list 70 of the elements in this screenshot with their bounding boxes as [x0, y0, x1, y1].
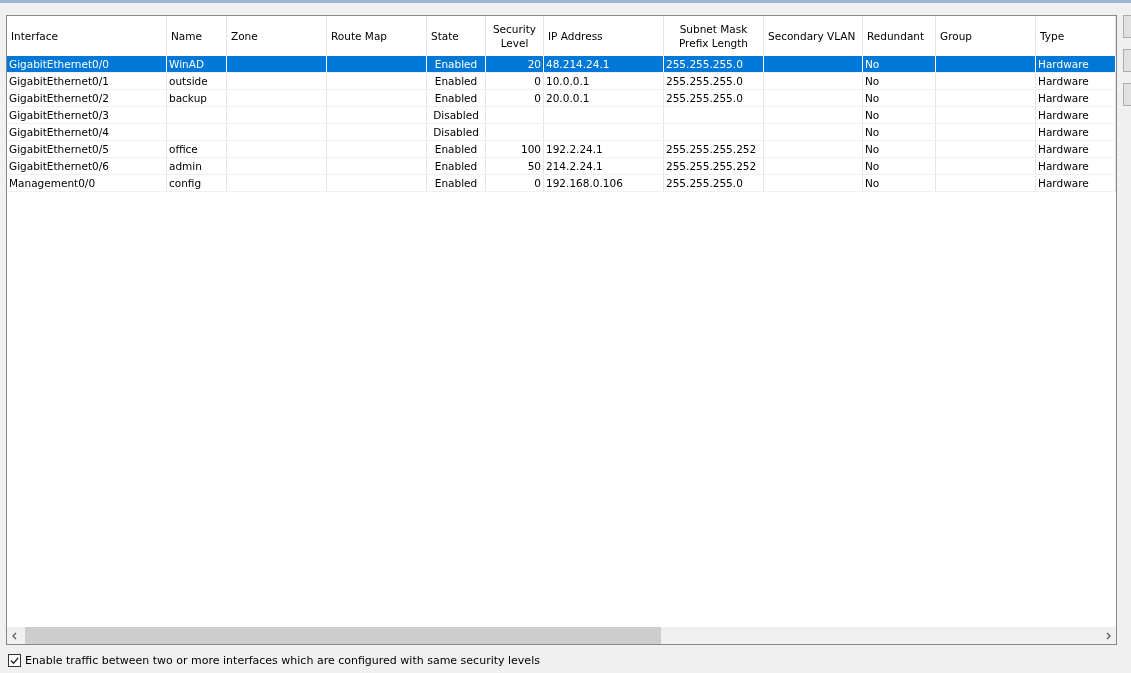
table-cell: 255.255.255.252 [666, 160, 757, 172]
table-cell: 0 [534, 92, 541, 104]
scroll-right-icon[interactable] [1104, 631, 1112, 640]
table-cell: 255.255.255.0 [666, 58, 743, 70]
table-cell: 100 [520, 143, 541, 155]
table-row[interactable]: GigabitEthernet0/4 Disabled No Hardware [7, 124, 1116, 141]
table-cell: 192.168.0.106 [546, 177, 623, 189]
table-cell: 0 [534, 75, 541, 87]
table-cell: GigabitEthernet0/5 [9, 143, 109, 155]
table-row[interactable]: GigabitEthernet0/6 admin Enabled 50 214.2.24.1 255.255.255.252 No Hardware [7, 158, 1116, 175]
scroll-left-icon[interactable] [11, 631, 19, 640]
table-cell: WinAD [169, 58, 204, 70]
table-cell: No [865, 177, 880, 189]
table-cell: outside [169, 75, 208, 87]
table-cell: Hardware [1038, 92, 1089, 104]
table-cell: GigabitEthernet0/0 [9, 58, 109, 70]
table-cell: Hardware [1038, 160, 1089, 172]
table-cell: No [865, 126, 880, 138]
table-cell: Enabled [434, 143, 478, 155]
table-cell: 20.0.0.1 [546, 92, 590, 104]
table-cell: Enabled [434, 75, 478, 87]
table-cell: config [169, 177, 202, 189]
table-cell: Hardware [1038, 126, 1089, 138]
table-row[interactable]: Management0/0 config Enabled 0 192.168.0.106 255.255.255.0 No Hardware [7, 175, 1116, 192]
table-cell: 10.0.0.1 [546, 75, 590, 87]
table-cell: 255.255.255.0 [666, 92, 743, 104]
table-cell: GigabitEthernet0/4 [9, 126, 109, 138]
table-cell: Hardware [1038, 143, 1089, 155]
table-cell: No [865, 143, 880, 155]
checkbox-label[interactable]: Enable traffic between two or more interfaces which are configured with same security levels [25, 654, 540, 667]
table-cell: Hardware [1038, 75, 1089, 87]
table-cell: 50 [527, 160, 541, 172]
table-cell: GigabitEthernet0/2 [9, 92, 109, 104]
table-cell: 214.2.24.1 [546, 160, 603, 172]
table-cell: Hardware [1038, 177, 1089, 189]
table-cell: 20 [527, 58, 541, 70]
table-row[interactable]: GigabitEthernet0/0 WinAD Enabled 20 48.214.24.1 255.255.255.0 No Hardware [7, 56, 1116, 73]
table-cell: office [169, 143, 198, 155]
table-cell: 0 [534, 177, 541, 189]
table-cell: 192.2.24.1 [546, 143, 603, 155]
table-cell: 255.255.255.0 [666, 75, 743, 87]
table-cell: backup [169, 92, 207, 104]
table-cell: Disabled [433, 126, 479, 138]
table-row[interactable]: GigabitEthernet0/5 office Enabled 100 192.2.24.1 255.255.255.252 No Hardware [7, 141, 1116, 158]
table-cell: 48.214.24.1 [546, 58, 610, 70]
table-cell: Management0/0 [9, 177, 96, 189]
table-cell: GigabitEthernet0/1 [9, 75, 109, 87]
table-cell: Enabled [434, 177, 478, 189]
table-cell: Enabled [434, 58, 478, 70]
table-cell: 255.255.255.252 [666, 143, 757, 155]
checkbox[interactable] [8, 654, 21, 667]
table-cell: Enabled [434, 92, 478, 104]
table-cell: No [865, 58, 880, 70]
table-row[interactable]: GigabitEthernet0/1 outside Enabled 0 10.0.0.1 255.255.255.0 No Hardware [7, 73, 1116, 90]
table-cell: 255.255.255.0 [666, 177, 743, 189]
table-cell: GigabitEthernet0/6 [9, 160, 109, 172]
horizontal-scrollbar[interactable] [7, 627, 1116, 644]
table-cell: Enabled [434, 160, 478, 172]
table-cell: admin [169, 160, 202, 172]
table-cell: Hardware [1038, 58, 1089, 70]
scrollbar-thumb[interactable] [25, 627, 661, 644]
table-cell: Hardware [1038, 109, 1089, 121]
table-cell: No [865, 160, 880, 172]
table-cell: No [865, 109, 880, 121]
table-row[interactable]: GigabitEthernet0/3 Disabled No Hardware [7, 107, 1116, 124]
table-cell: GigabitEthernet0/3 [9, 109, 109, 121]
table-cell: No [865, 75, 880, 87]
table-cell: No [865, 92, 880, 104]
table-cell: Disabled [433, 109, 479, 121]
table-row[interactable]: GigabitEthernet0/2 backup Enabled 0 20.0.0.1 255.255.255.0 No Hardware [7, 90, 1116, 107]
